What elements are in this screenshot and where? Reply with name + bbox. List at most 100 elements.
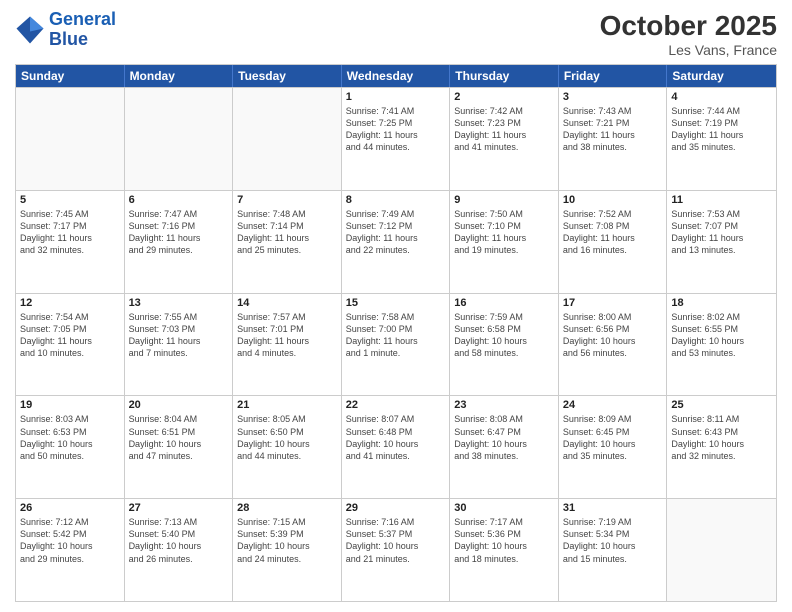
cell-day-number: 28 xyxy=(237,502,337,514)
cell-day-number: 8 xyxy=(346,194,446,206)
cell-day-number: 18 xyxy=(671,297,772,309)
cell-day-number: 11 xyxy=(671,194,772,206)
calendar-cell: 19Sunrise: 8:03 AM Sunset: 6:53 PM Dayli… xyxy=(16,396,125,498)
cell-info: Sunrise: 8:02 AM Sunset: 6:55 PM Dayligh… xyxy=(671,311,772,360)
logo-line2: Blue xyxy=(49,29,88,49)
calendar-cell: 9 Sunrise: 7:50 AM Sunset: 7:10 PM Daylig… xyxy=(450,191,559,293)
cell-day-number: 21 xyxy=(237,399,337,411)
cell-info: Sunrise: 7:48 AM Sunset: 7:14 PM Dayligh… xyxy=(237,208,337,257)
calendar-cell: 12Sunrise: 7:54 AM Sunset: 7:05 PM Dayli… xyxy=(16,294,125,396)
weekday-header: Thursday xyxy=(450,65,559,87)
cell-info: Sunrise: 7:42 AM Sunset: 7:23 PM Dayligh… xyxy=(454,105,554,154)
cell-day-number: 25 xyxy=(671,399,772,411)
cell-day-number: 9 xyxy=(454,194,554,206)
cell-day-number: 23 xyxy=(454,399,554,411)
calendar-cell: 13Sunrise: 7:55 AM Sunset: 7:03 PM Dayli… xyxy=(125,294,234,396)
calendar-cell: 31 Sunrise: 7:19 AM Sunset: 5:34 PM Dayli… xyxy=(559,499,668,601)
cell-info: Sunrise: 7:19 AM Sunset: 5:34 PM Dayligh… xyxy=(563,516,663,565)
calendar-cell xyxy=(667,499,776,601)
calendar-cell: 29 Sunrise: 7:16 AM Sunset: 5:37 PM Dayli… xyxy=(342,499,451,601)
cell-day-number: 26 xyxy=(20,502,120,514)
cell-day-number: 17 xyxy=(563,297,663,309)
cell-info: Sunrise: 7:43 AM Sunset: 7:21 PM Dayligh… xyxy=(563,105,663,154)
cell-info: Sunrise: 8:11 AM Sunset: 6:43 PM Dayligh… xyxy=(671,413,772,462)
cell-day-number: 3 xyxy=(563,91,663,103)
calendar-cell: 25 Sunrise: 8:11 AM Sunset: 6:43 PM Dayli… xyxy=(667,396,776,498)
cell-info: Sunrise: 7:59 AM Sunset: 6:58 PM Dayligh… xyxy=(454,311,554,360)
calendar-cell: 2 Sunrise: 7:42 AM Sunset: 7:23 PM Daylig… xyxy=(450,88,559,190)
location: Les Vans, France xyxy=(600,42,777,58)
cell-day-number: 20 xyxy=(129,399,229,411)
calendar-cell xyxy=(233,88,342,190)
calendar-cell: 16 Sunrise: 7:59 AM Sunset: 6:58 PM Dayli… xyxy=(450,294,559,396)
cell-info: Sunrise: 7:58 AM Sunset: 7:00 PM Dayligh… xyxy=(346,311,446,360)
cell-info: Sunrise: 7:50 AM Sunset: 7:10 PM Dayligh… xyxy=(454,208,554,257)
cell-info: Sunrise: 7:44 AM Sunset: 7:19 PM Dayligh… xyxy=(671,105,772,154)
cell-info: Sunrise: 7:47 AM Sunset: 7:16 PM Dayligh… xyxy=(129,208,229,257)
cell-info: Sunrise: 7:16 AM Sunset: 5:37 PM Dayligh… xyxy=(346,516,446,565)
weekday-header: Tuesday xyxy=(233,65,342,87)
calendar-cell: 17Sunrise: 8:00 AM Sunset: 6:56 PM Dayli… xyxy=(559,294,668,396)
cell-day-number: 2 xyxy=(454,91,554,103)
calendar-header: SundayMondayTuesdayWednesdayThursdayFrid… xyxy=(16,65,776,87)
cell-info: Sunrise: 8:04 AM Sunset: 6:51 PM Dayligh… xyxy=(129,413,229,462)
calendar-cell: 20 Sunrise: 8:04 AM Sunset: 6:51 PM Dayli… xyxy=(125,396,234,498)
calendar: SundayMondayTuesdayWednesdayThursdayFrid… xyxy=(15,64,777,602)
cell-info: Sunrise: 7:17 AM Sunset: 5:36 PM Dayligh… xyxy=(454,516,554,565)
calendar-cell xyxy=(16,88,125,190)
cell-day-number: 29 xyxy=(346,502,446,514)
cell-day-number: 22 xyxy=(346,399,446,411)
cell-day-number: 5 xyxy=(20,194,120,206)
cell-info: Sunrise: 8:09 AM Sunset: 6:45 PM Dayligh… xyxy=(563,413,663,462)
calendar-cell: 1 Sunrise: 7:41 AM Sunset: 7:25 PM Daylig… xyxy=(342,88,451,190)
weekday-header: Friday xyxy=(559,65,668,87)
calendar-cell: 4Sunrise: 7:44 AM Sunset: 7:19 PM Daylig… xyxy=(667,88,776,190)
cell-info: Sunrise: 7:45 AM Sunset: 7:17 PM Dayligh… xyxy=(20,208,120,257)
logo-text: General Blue xyxy=(49,10,116,50)
cell-day-number: 19 xyxy=(20,399,120,411)
cell-day-number: 12 xyxy=(20,297,120,309)
calendar-cell: 10 Sunrise: 7:52 AM Sunset: 7:08 PM Dayli… xyxy=(559,191,668,293)
cell-info: Sunrise: 7:52 AM Sunset: 7:08 PM Dayligh… xyxy=(563,208,663,257)
cell-info: Sunrise: 7:57 AM Sunset: 7:01 PM Dayligh… xyxy=(237,311,337,360)
cell-day-number: 16 xyxy=(454,297,554,309)
calendar-cell: 22 Sunrise: 8:07 AM Sunset: 6:48 PM Dayli… xyxy=(342,396,451,498)
calendar-cell: 11 Sunrise: 7:53 AM Sunset: 7:07 PM Dayli… xyxy=(667,191,776,293)
calendar-cell: 28 Sunrise: 7:15 AM Sunset: 5:39 PM Dayli… xyxy=(233,499,342,601)
cell-info: Sunrise: 7:49 AM Sunset: 7:12 PM Dayligh… xyxy=(346,208,446,257)
calendar-row: 19Sunrise: 8:03 AM Sunset: 6:53 PM Dayli… xyxy=(16,395,776,498)
weekday-header: Saturday xyxy=(667,65,776,87)
logo-icon xyxy=(15,15,45,45)
cell-info: Sunrise: 8:05 AM Sunset: 6:50 PM Dayligh… xyxy=(237,413,337,462)
calendar-body: 1 Sunrise: 7:41 AM Sunset: 7:25 PM Daylig… xyxy=(16,87,776,601)
title-block: October 2025 Les Vans, France xyxy=(600,10,777,58)
cell-info: Sunrise: 7:55 AM Sunset: 7:03 PM Dayligh… xyxy=(129,311,229,360)
logo-line1: General xyxy=(49,9,116,29)
cell-info: Sunrise: 7:41 AM Sunset: 7:25 PM Dayligh… xyxy=(346,105,446,154)
calendar-cell: 8 Sunrise: 7:49 AM Sunset: 7:12 PM Daylig… xyxy=(342,191,451,293)
calendar-cell: 18 Sunrise: 8:02 AM Sunset: 6:55 PM Dayli… xyxy=(667,294,776,396)
cell-day-number: 10 xyxy=(563,194,663,206)
cell-day-number: 31 xyxy=(563,502,663,514)
cell-day-number: 30 xyxy=(454,502,554,514)
cell-info: Sunrise: 7:15 AM Sunset: 5:39 PM Dayligh… xyxy=(237,516,337,565)
calendar-row: 1 Sunrise: 7:41 AM Sunset: 7:25 PM Daylig… xyxy=(16,87,776,190)
cell-day-number: 24 xyxy=(563,399,663,411)
calendar-cell: 14Sunrise: 7:57 AM Sunset: 7:01 PM Dayli… xyxy=(233,294,342,396)
cell-day-number: 1 xyxy=(346,91,446,103)
calendar-cell: 27Sunrise: 7:13 AM Sunset: 5:40 PM Dayli… xyxy=(125,499,234,601)
cell-info: Sunrise: 7:13 AM Sunset: 5:40 PM Dayligh… xyxy=(129,516,229,565)
calendar-row: 5 Sunrise: 7:45 AM Sunset: 7:17 PM Daylig… xyxy=(16,190,776,293)
calendar-cell: 21 Sunrise: 8:05 AM Sunset: 6:50 PM Dayli… xyxy=(233,396,342,498)
weekday-header: Wednesday xyxy=(342,65,451,87)
cell-info: Sunrise: 7:12 AM Sunset: 5:42 PM Dayligh… xyxy=(20,516,120,565)
calendar-cell: 15Sunrise: 7:58 AM Sunset: 7:00 PM Dayli… xyxy=(342,294,451,396)
page: General Blue October 2025 Les Vans, Fran… xyxy=(0,0,792,612)
calendar-row: 26 Sunrise: 7:12 AM Sunset: 5:42 PM Dayli… xyxy=(16,498,776,601)
calendar-cell: 30 Sunrise: 7:17 AM Sunset: 5:36 PM Dayli… xyxy=(450,499,559,601)
cell-info: Sunrise: 7:53 AM Sunset: 7:07 PM Dayligh… xyxy=(671,208,772,257)
calendar-cell: 7Sunrise: 7:48 AM Sunset: 7:14 PM Daylig… xyxy=(233,191,342,293)
cell-day-number: 6 xyxy=(129,194,229,206)
cell-info: Sunrise: 8:07 AM Sunset: 6:48 PM Dayligh… xyxy=(346,413,446,462)
header: General Blue October 2025 Les Vans, Fran… xyxy=(15,10,777,58)
